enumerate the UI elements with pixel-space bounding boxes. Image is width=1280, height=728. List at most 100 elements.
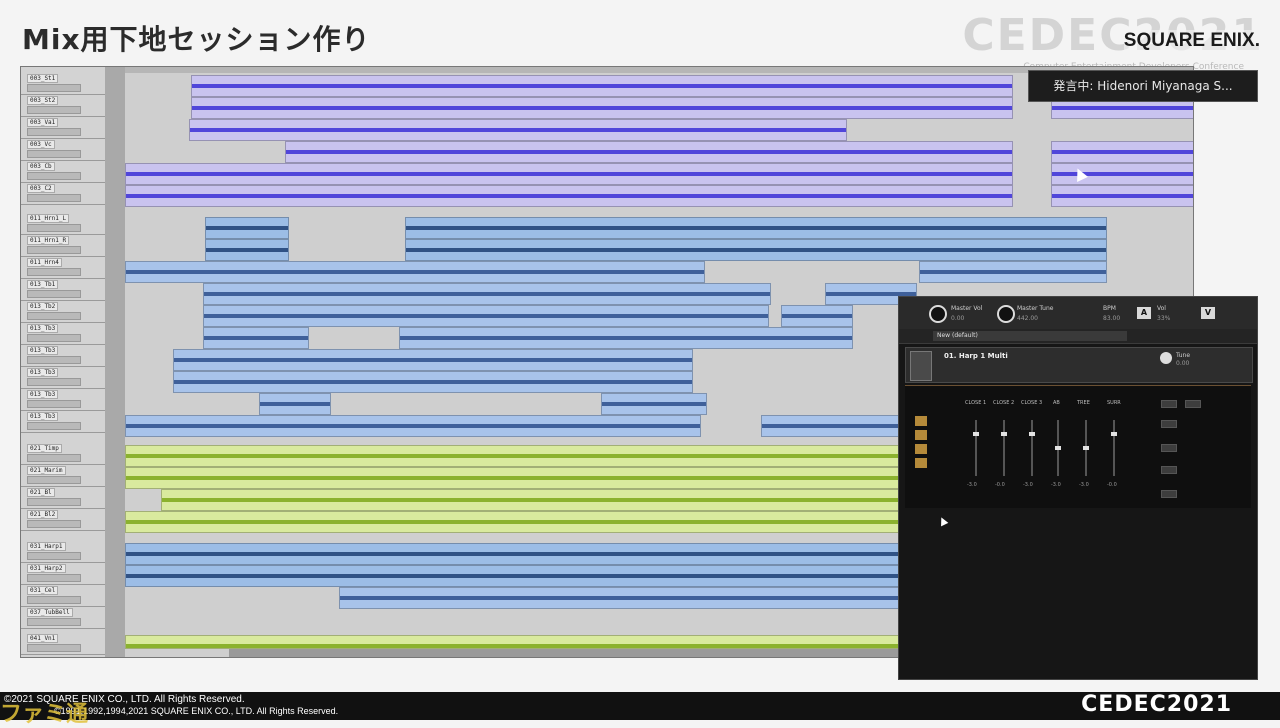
track-row[interactable]: 013_Tb3 [21,389,105,411]
slider-thumb[interactable] [1029,432,1035,436]
volume-button-2[interactable]: V [1201,307,1215,319]
audio-clip[interactable] [189,119,847,141]
audio-clip[interactable] [601,393,707,415]
track-row[interactable]: 003_Cb [21,161,105,183]
option-button[interactable] [1161,400,1177,408]
audio-clip[interactable] [339,587,907,609]
mic-slider[interactable] [1003,420,1005,476]
volume-button[interactable]: A [1137,307,1151,319]
track-controls[interactable] [27,150,81,158]
track-controls[interactable] [27,290,81,298]
track-controls[interactable] [27,454,81,462]
audio-clip[interactable] [125,415,701,437]
option-button[interactable] [1161,490,1177,498]
audio-clip[interactable] [173,371,693,393]
track-row[interactable]: 003_C2 [21,183,105,205]
track-controls[interactable] [27,618,81,626]
audio-clip[interactable] [173,349,693,371]
track-controls[interactable] [27,224,81,232]
track-row[interactable]: 003_Va1 [21,117,105,139]
track-controls[interactable] [27,520,81,528]
mic-slider[interactable] [1113,420,1115,476]
audio-clip[interactable] [205,217,289,239]
track-row[interactable]: 011_Hrn1_L [21,213,105,235]
track-controls[interactable] [27,106,81,114]
track-controls[interactable] [27,378,81,386]
track-row[interactable]: 003_St1 [21,73,105,95]
tune-value[interactable]: 0.00 [1176,360,1189,367]
mic-slider[interactable] [1031,420,1033,476]
track-row[interactable]: 011_Hrn1_R [21,235,105,257]
option-button[interactable] [1185,400,1201,408]
audio-clip[interactable] [203,327,309,349]
bpm-value[interactable]: 83.00 [1103,315,1120,322]
audio-clip[interactable] [285,141,1013,163]
track-controls[interactable] [27,400,81,408]
audio-clip[interactable] [399,327,853,349]
track-controls[interactable] [27,422,81,430]
track-row[interactable]: 003_Vc [21,139,105,161]
track-row[interactable]: 013_Tb3 [21,367,105,389]
track-row[interactable]: 021_Bl [21,487,105,509]
slider-thumb[interactable] [1055,446,1061,450]
track-row[interactable]: 041_Vn1 [21,633,105,655]
track-controls[interactable] [27,246,81,254]
audio-clip[interactable] [405,217,1107,239]
track-row[interactable]: 011_Hrn4 [21,257,105,279]
audio-clip[interactable] [919,261,1107,283]
audio-clip[interactable] [125,635,907,649]
preset-dropdown[interactable]: New (default) [933,331,1127,341]
track-controls[interactable] [27,84,81,92]
track-controls[interactable] [27,128,81,136]
audio-clip[interactable] [191,97,1013,119]
track-controls[interactable] [27,596,81,604]
track-controls[interactable] [27,268,81,276]
track-controls[interactable] [27,312,81,320]
track-row[interactable]: 013_Tb2 [21,301,105,323]
slider-thumb[interactable] [973,432,979,436]
track-controls[interactable] [27,498,81,506]
audio-clip[interactable] [781,305,853,327]
slider-thumb[interactable] [1111,432,1117,436]
audio-clip[interactable] [125,543,907,565]
track-row[interactable]: 021_Timp [21,443,105,465]
master-vol-value[interactable]: 0.00 [951,315,964,322]
track-row[interactable]: 031_Cel [21,585,105,607]
master-tune-value[interactable]: 442.00 [1017,315,1038,322]
audio-clip[interactable] [125,511,907,533]
audio-clip[interactable] [259,393,331,415]
track-controls[interactable] [27,644,81,652]
track-controls[interactable] [27,574,81,582]
option-button[interactable] [1161,466,1177,474]
audio-clip[interactable] [405,239,1107,261]
option-button[interactable] [1161,444,1177,452]
audio-clip[interactable] [161,489,907,511]
audio-clip[interactable] [125,445,907,467]
track-row[interactable]: 031_Harp1 [21,541,105,563]
track-row[interactable]: 013_Tb3 [21,411,105,433]
slider-thumb[interactable] [1083,446,1089,450]
master-vol-knob[interactable] [929,305,947,323]
track-row[interactable]: 031_Harp2 [21,563,105,585]
track-row[interactable]: 021_Marim [21,465,105,487]
track-row[interactable]: 037_TubBell [21,607,105,629]
audio-clip[interactable] [125,185,1013,207]
mic-slider[interactable] [975,420,977,476]
track-controls[interactable] [27,334,81,342]
track-row[interactable]: 013_Tb3 [21,323,105,345]
audio-clip[interactable] [125,565,907,587]
track-row[interactable]: 013_Tb3 [21,345,105,367]
track-row[interactable]: 013_Tb1 [21,279,105,301]
audio-clip[interactable] [125,163,1013,185]
audio-clip[interactable] [1051,185,1193,207]
track-controls[interactable] [27,194,81,202]
master-tune-knob[interactable] [997,305,1015,323]
track-controls[interactable] [27,356,81,364]
option-button[interactable] [1161,420,1177,428]
mixer-icon[interactable] [915,416,927,426]
audio-clip[interactable] [203,283,771,305]
track-row[interactable]: 021_Bl2 [21,509,105,531]
grid-icon[interactable] [915,458,927,468]
vol-value[interactable]: 33% [1157,315,1170,322]
track-row[interactable]: 003_St2 [21,95,105,117]
